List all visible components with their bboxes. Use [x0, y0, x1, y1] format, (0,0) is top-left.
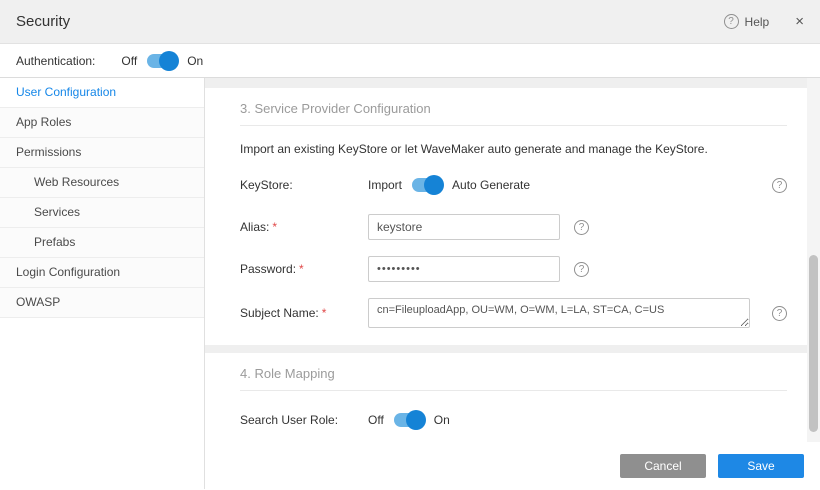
- sidebar-item-permissions[interactable]: Permissions: [0, 138, 204, 168]
- required-asterisk: *: [322, 306, 327, 320]
- keystore-auto-generate-label: Auto Generate: [452, 178, 530, 192]
- service-provider-section: 3. Service Provider Configuration Import…: [205, 88, 807, 345]
- search-user-role-row: Search User Role: Off On: [240, 407, 787, 433]
- required-asterisk: *: [272, 220, 277, 234]
- required-asterisk: *: [299, 262, 304, 276]
- role-mapping-section: 4. Role Mapping Search User Role: Off On: [205, 353, 807, 442]
- password-label: Password:*: [240, 262, 368, 276]
- subject-name-row: Subject Name:* cn=FileuploadApp, OU=WM, …: [240, 298, 787, 328]
- keystore-import-label: Import: [368, 178, 402, 192]
- alias-help-icon[interactable]: ?: [574, 220, 589, 235]
- page-title: Security: [16, 13, 70, 30]
- search-user-role-toggle[interactable]: [394, 413, 424, 427]
- search-user-role-label: Search User Role:: [240, 413, 368, 427]
- authentication-toggle[interactable]: [147, 54, 177, 68]
- help-icon[interactable]: ?: [724, 14, 739, 29]
- help-label[interactable]: Help: [745, 15, 770, 29]
- toggle-knob: [406, 410, 426, 430]
- authentication-off-label: Off: [121, 54, 137, 68]
- close-icon[interactable]: ×: [795, 14, 804, 29]
- scroll-area: 3. Service Provider Configuration Import…: [205, 78, 820, 442]
- keystore-row: KeyStore: Import Auto Generate ?: [240, 172, 787, 198]
- sidebar-item-login-configuration[interactable]: Login Configuration: [0, 258, 204, 288]
- authentication-on-label: On: [187, 54, 203, 68]
- alias-label: Alias:*: [240, 220, 368, 234]
- sidebar-item-prefabs[interactable]: Prefabs: [0, 228, 204, 258]
- password-row: Password:* ?: [240, 256, 787, 282]
- authentication-bar: Authentication: Off On: [0, 44, 820, 78]
- search-user-role-on-label: On: [434, 413, 450, 427]
- sidebar-item-web-resources[interactable]: Web Resources: [0, 168, 204, 198]
- sidebar-item-owasp[interactable]: OWASP: [0, 288, 204, 318]
- subject-name-textarea[interactable]: cn=FileuploadApp, OU=WM, O=WM, L=LA, ST=…: [368, 298, 750, 328]
- subject-name-help-icon[interactable]: ?: [772, 306, 787, 321]
- keystore-help-icon[interactable]: ?: [772, 178, 787, 193]
- cancel-button[interactable]: Cancel: [620, 454, 706, 478]
- keystore-toggle[interactable]: [412, 178, 442, 192]
- footer-bar: Cancel Save: [205, 442, 820, 489]
- authentication-label: Authentication:: [16, 54, 95, 68]
- subject-name-label: Subject Name:*: [240, 306, 368, 320]
- keystore-label: KeyStore:: [240, 178, 368, 192]
- scrollbar-track[interactable]: [807, 78, 820, 442]
- sidebar-item-user-configuration[interactable]: User Configuration: [0, 78, 204, 108]
- content-area: 3. Service Provider Configuration Import…: [205, 78, 820, 489]
- section-title-role-mapping: 4. Role Mapping: [240, 353, 787, 391]
- sidebar: User Configuration App Roles Permissions…: [0, 78, 205, 489]
- scrollbar-thumb[interactable]: [809, 255, 818, 432]
- search-user-role-off-label: Off: [368, 413, 384, 427]
- toggle-knob: [159, 51, 179, 71]
- alias-row: Alias:* ?: [240, 214, 787, 240]
- save-button[interactable]: Save: [718, 454, 804, 478]
- sidebar-item-services[interactable]: Services: [0, 198, 204, 228]
- toggle-knob: [424, 175, 444, 195]
- section-title-service-provider: 3. Service Provider Configuration: [240, 88, 787, 126]
- body: User Configuration App Roles Permissions…: [0, 78, 820, 489]
- window-header: Security ? Help ×: [0, 0, 820, 44]
- alias-input[interactable]: [368, 214, 560, 240]
- sidebar-item-app-roles[interactable]: App Roles: [0, 108, 204, 138]
- password-help-icon[interactable]: ?: [574, 262, 589, 277]
- section-description: Import an existing KeyStore or let WaveM…: [240, 142, 787, 156]
- password-input[interactable]: [368, 256, 560, 282]
